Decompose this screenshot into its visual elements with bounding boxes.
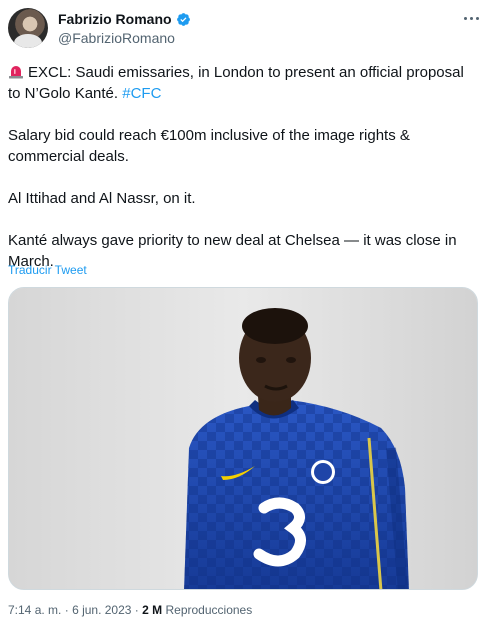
views-count: 2 M — [142, 603, 163, 617]
tweet-paragraph-1: EXCL: Saudi emissaries, in London to pre… — [8, 62, 480, 104]
player-photo-illustration — [9, 288, 477, 589]
translate-tweet-link[interactable]: Traducir Tweet — [8, 263, 87, 277]
tweet-paragraph-2: Salary bid could reach €100m inclusive o… — [8, 127, 410, 165]
more-options-icon[interactable] — [460, 10, 482, 26]
tweet-time[interactable]: 7:14 a. m. — [8, 603, 61, 617]
hashtag-link[interactable]: #CFC — [122, 85, 161, 102]
police-siren-icon — [9, 66, 23, 79]
tweet-date[interactable]: 6 jun. 2023 — [72, 603, 131, 617]
tweet-paragraph-3: Al Ittihad and Al Nassr, on it. — [8, 190, 196, 207]
author-name[interactable]: Fabrizio Romano — [58, 10, 172, 28]
tweet-text: EXCL: Saudi emissaries, in London to pre… — [8, 62, 480, 272]
verified-badge-icon — [176, 12, 190, 26]
tweet-photo[interactable] — [8, 287, 478, 590]
tweet-meta: 7:14 a. m. · 6 jun. 2023 · 2 M Reproducc… — [8, 603, 253, 617]
author-block: Fabrizio Romano @FabrizioRomano — [58, 10, 191, 47]
views-label: Reproducciones — [165, 603, 253, 617]
tweet-line-1: EXCL: Saudi emissaries, in London to pre… — [8, 64, 464, 102]
author-avatar[interactable] — [8, 8, 48, 48]
author-handle[interactable]: @FabrizioRomano — [58, 29, 191, 47]
